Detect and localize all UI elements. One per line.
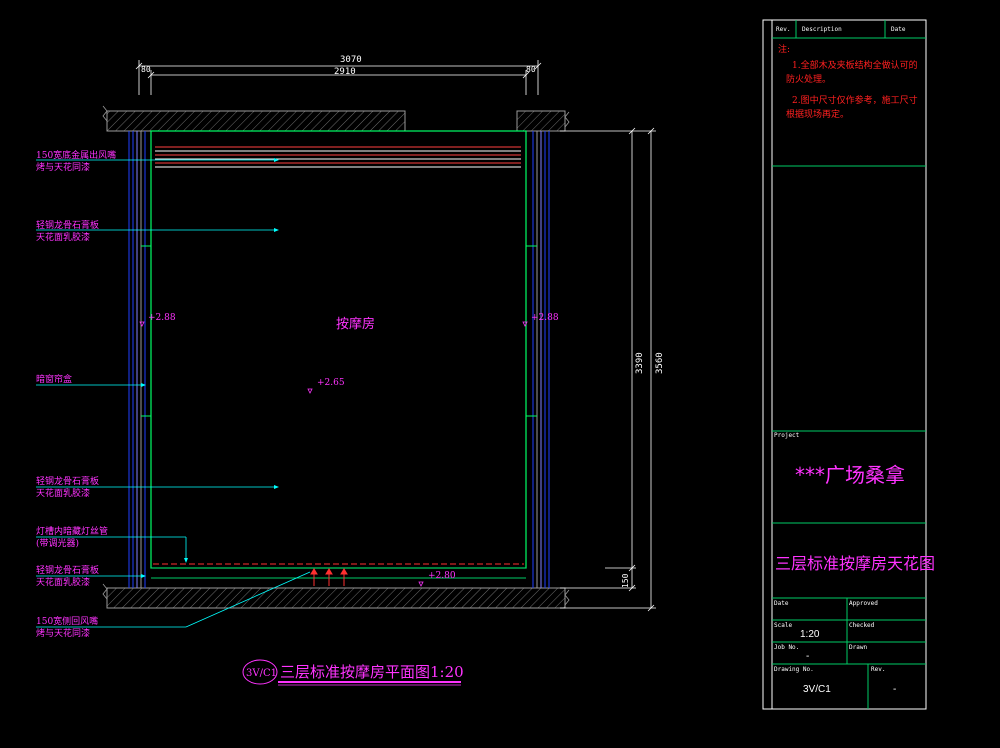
- note-line-3: 2.图中尺寸仅作参考，施工尺寸: [792, 94, 918, 106]
- drawing-title: 三层标准按摩房天花图: [775, 554, 935, 573]
- dim-top-total: 3070: [340, 55, 362, 65]
- dim-top-right-offset: 80: [526, 65, 536, 74]
- tb-rev-header: Rev.: [776, 26, 790, 33]
- annotation-text: 灯槽内暗藏灯丝管: [36, 525, 108, 537]
- tb-description-header: Description: [802, 26, 842, 33]
- annotation-text: 轻钢龙骨石膏板: [36, 564, 99, 576]
- annotation-text: +2.88: [531, 313, 559, 323]
- dim-top-left-offset: 80: [141, 65, 151, 74]
- scale-value: 1:20: [800, 629, 820, 640]
- dim-right-inner: 3390: [635, 352, 645, 374]
- checked-label: Checked: [849, 622, 875, 629]
- caption-ref: 3V/C1: [246, 668, 277, 679]
- drawing-no-value: 3V/C1: [803, 684, 831, 695]
- annotation-text: 轻钢龙骨石膏板: [36, 475, 99, 487]
- annotation-text: 天花面乳胶漆: [36, 231, 90, 243]
- annotation-text: +2.65: [317, 378, 345, 388]
- annotation-text: 暗窗帘盒: [36, 373, 72, 385]
- job-value: -: [806, 651, 809, 662]
- annotation-text: 150宽底金属出风嘴: [36, 149, 116, 161]
- rev-label: Rev.: [871, 666, 885, 673]
- project-name: ***广场桑拿: [795, 463, 905, 487]
- project-label: Project: [774, 432, 800, 439]
- annotation-text: 150宽侧回风嘴: [36, 615, 98, 627]
- date-label: Date: [774, 600, 789, 607]
- approved-label: Approved: [849, 600, 878, 607]
- scale-label: Scale: [774, 622, 792, 629]
- annotation-text: (带调光器): [36, 537, 79, 549]
- tb-date-header: Date: [891, 26, 906, 33]
- annotation-text: 天花面乳胶漆: [36, 487, 90, 499]
- job-label: Job No.: [774, 644, 799, 651]
- dim-right-total: 3560: [655, 352, 665, 374]
- cad-drawing-canvas: 3070 2910 80 80 按摩房 +2.88 +2.88 +2.65 +2…: [0, 0, 1000, 748]
- note-line-1: 1.全部木及夹板结构全做认可的: [792, 59, 918, 71]
- caption-title: 三层标准按摩房平面图1:20: [280, 663, 464, 681]
- drawn-label: Drawn: [849, 644, 867, 651]
- annotation-text: 天花面乳胶漆: [36, 576, 90, 588]
- annotation-text: +2.88: [148, 313, 176, 323]
- annotation-text: 烤与天花同漆: [36, 627, 90, 639]
- dim-top-inner: 2910: [334, 67, 356, 77]
- drawing-no-label: Drawing No.: [774, 666, 814, 673]
- notes-title: 注:: [778, 43, 790, 55]
- room-label: 按摩房: [336, 316, 375, 332]
- note-line-4: 根据现场再定。: [786, 108, 849, 120]
- bottom-wall: [102, 583, 570, 609]
- rev-value: -: [893, 684, 896, 695]
- note-line-2: 防火处理。: [786, 73, 831, 85]
- annotation-text: 烤与天花同漆: [36, 161, 90, 173]
- annotation-text: +2.80: [428, 571, 456, 581]
- dim-right-bottom: 150: [621, 573, 630, 588]
- annotation-text: 轻钢龙骨石膏板: [36, 219, 99, 231]
